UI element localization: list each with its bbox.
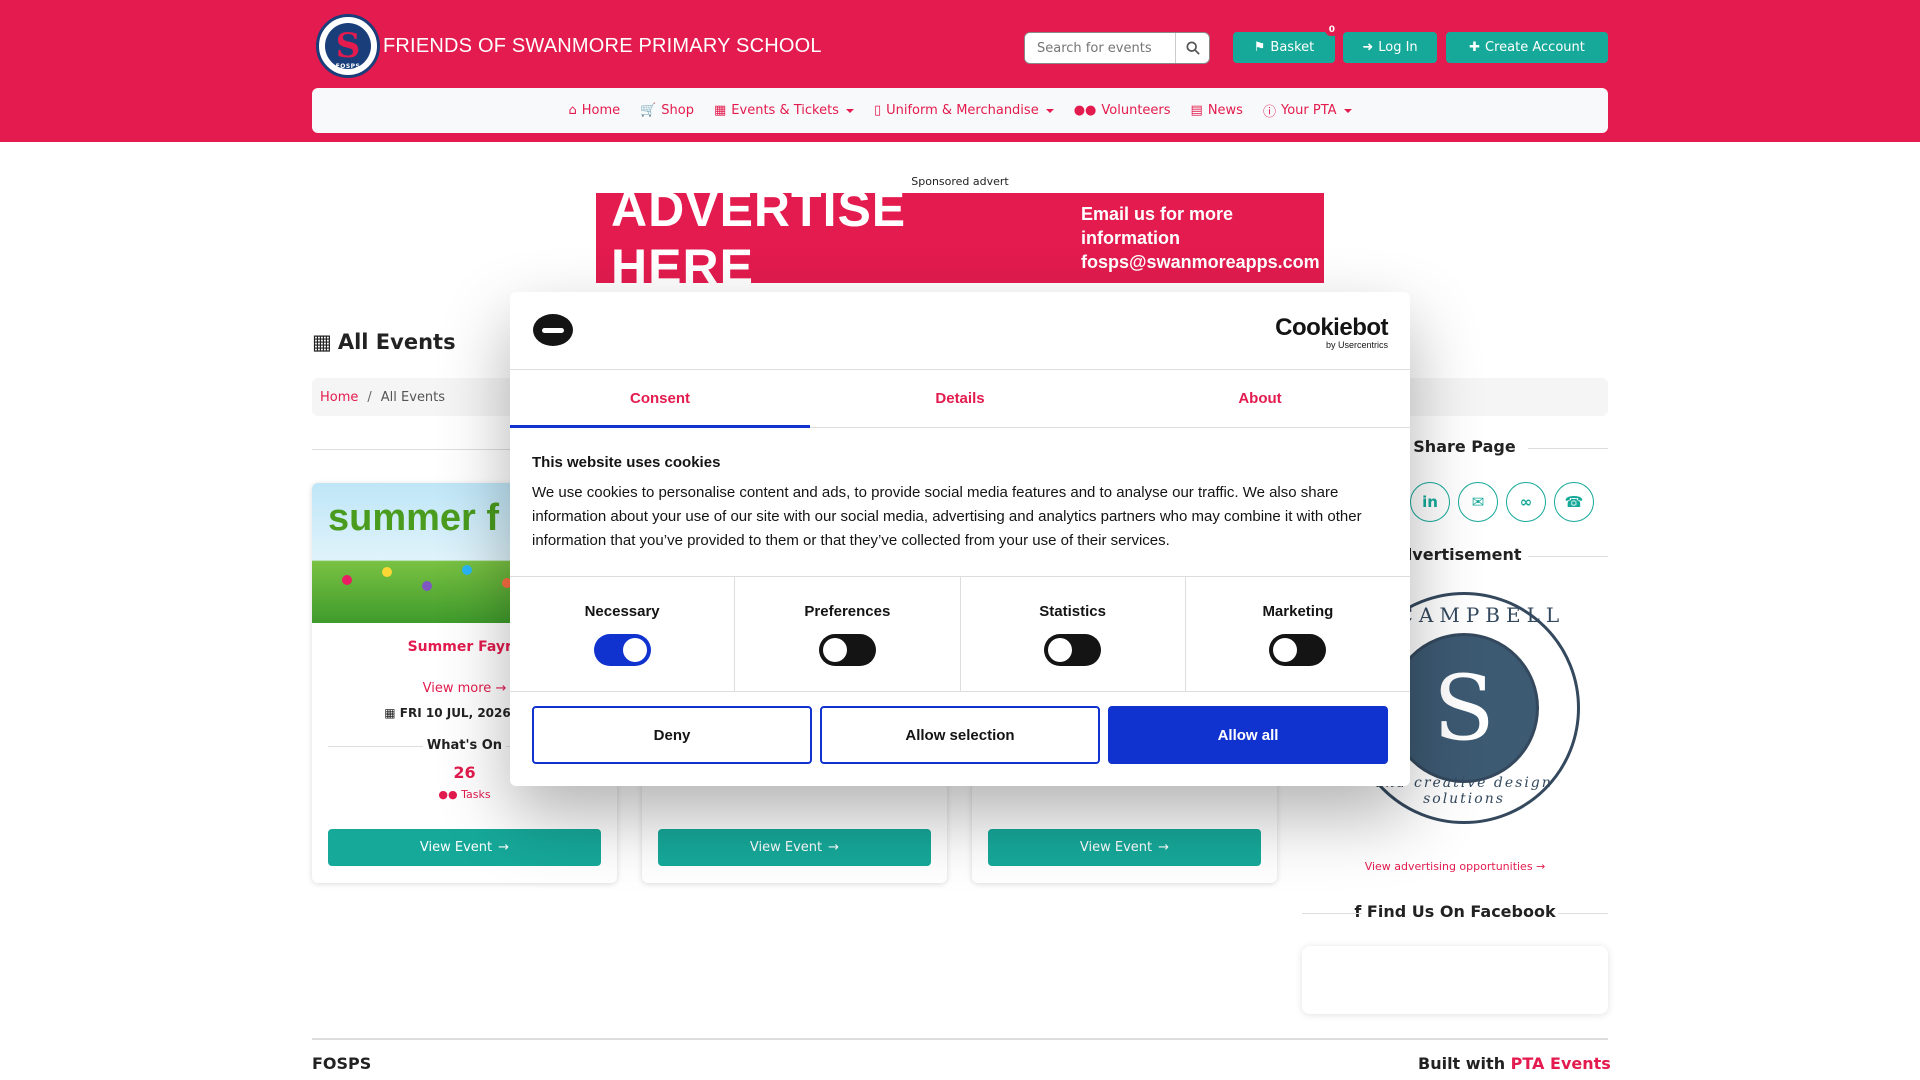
cookie-consent-dialog: Cookiebot by Usercentrics Consent Detail…	[510, 292, 1410, 786]
cookiebot-name: Cookiebot	[1275, 314, 1388, 341]
cookie-overlay: Cookiebot by Usercentrics Consent Detail…	[0, 0, 1920, 1080]
allow-all-button[interactable]: Allow all	[1108, 706, 1388, 764]
cookie-tabs: Consent Details About	[510, 370, 1410, 428]
cookie-body: This website uses cookies We use cookies…	[510, 428, 1410, 553]
cookie-categories: Necessary Preferences Statistics Marketi…	[510, 576, 1410, 692]
necessary-toggle[interactable]	[593, 634, 651, 666]
category-preferences: Preferences	[735, 577, 961, 691]
category-label: Preferences	[804, 603, 891, 620]
category-statistics: Statistics	[961, 577, 1186, 691]
allow-selection-button[interactable]: Allow selection	[820, 706, 1100, 764]
tab-about[interactable]: About	[1110, 370, 1410, 427]
cookie-heading: This website uses cookies	[532, 454, 721, 471]
category-necessary: Necessary	[510, 577, 736, 691]
category-label: Statistics	[1039, 603, 1106, 620]
deny-button[interactable]: Deny	[532, 706, 812, 764]
preferences-toggle[interactable]	[818, 634, 876, 666]
cookiebot-brand: Cookiebot by Usercentrics	[1275, 314, 1388, 350]
category-label: Necessary	[584, 603, 660, 620]
category-marketing: Marketing	[1186, 577, 1410, 691]
marketing-toggle[interactable]	[1269, 634, 1327, 666]
tab-details[interactable]: Details	[810, 370, 1110, 427]
cookie-dialog-header: Cookiebot by Usercentrics	[510, 292, 1410, 370]
cookie-description: We use cookies to personalise content an…	[532, 484, 1362, 549]
category-label: Marketing	[1262, 603, 1334, 620]
cookiebot-logo-icon	[533, 314, 573, 346]
statistics-toggle[interactable]	[1044, 634, 1102, 666]
cookie-buttons: Deny Allow selection Allow all	[532, 706, 1388, 764]
tab-consent[interactable]: Consent	[510, 370, 810, 428]
